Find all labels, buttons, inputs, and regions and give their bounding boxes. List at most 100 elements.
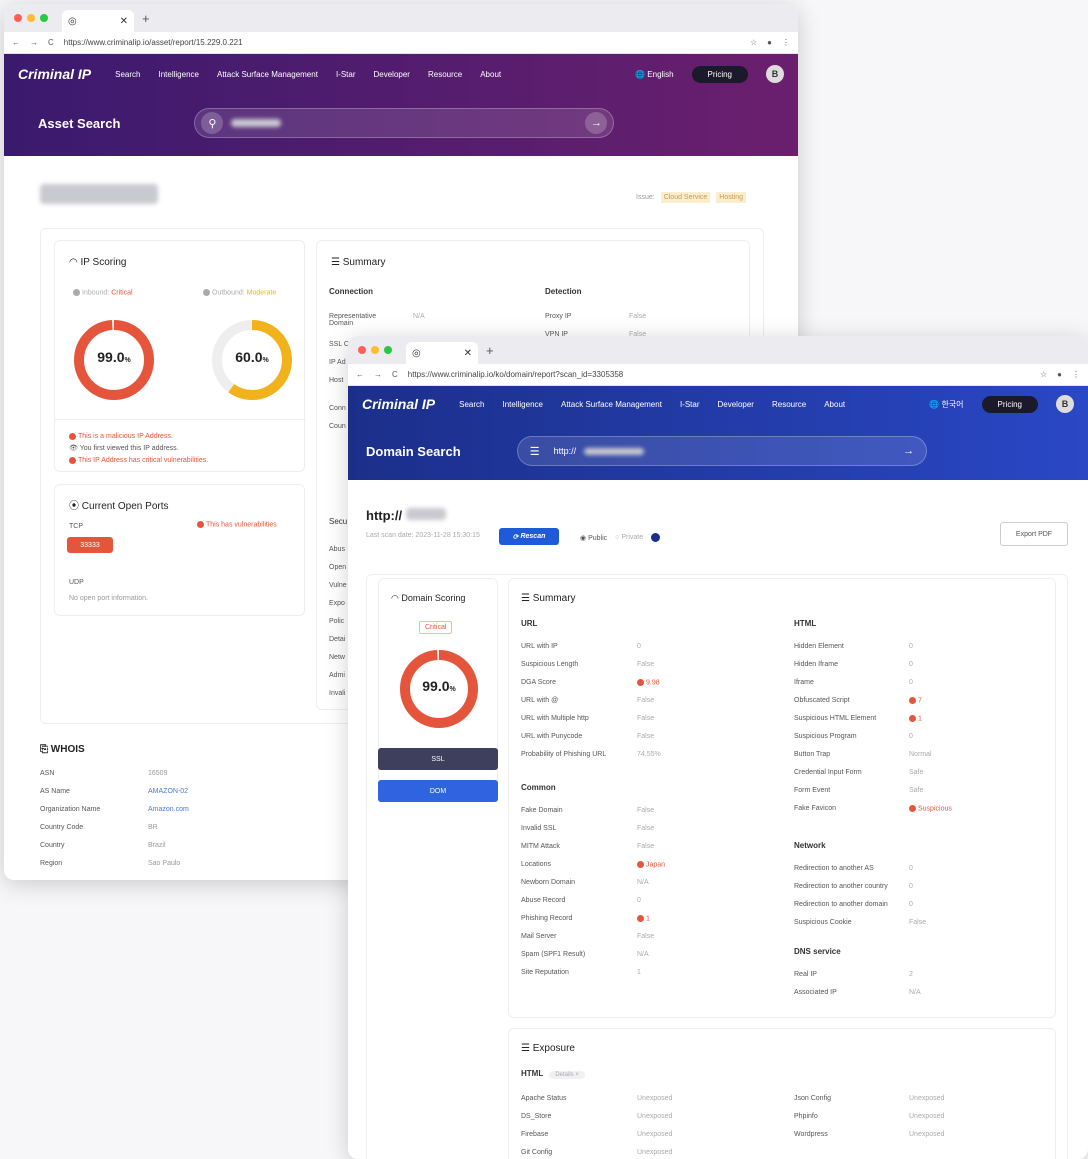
whois-title: WHOIS bbox=[50, 744, 85, 755]
nav-intelligence[interactable]: Intelligence bbox=[159, 70, 199, 79]
reload-icon[interactable]: C bbox=[392, 370, 398, 379]
summary-row-label: Hidden Iframe bbox=[794, 661, 838, 668]
value-text: Suspicious bbox=[918, 805, 952, 813]
summary-row-label: Suspicious Cookie bbox=[794, 919, 852, 926]
logo[interactable]: Criminal IP bbox=[18, 66, 91, 82]
nav-about[interactable]: About bbox=[824, 400, 845, 409]
nav-i-star[interactable]: I-Star bbox=[680, 400, 700, 409]
bookmark-icon[interactable]: ☆ bbox=[1040, 370, 1047, 379]
public-radio[interactable]: ◉ Public bbox=[580, 534, 607, 542]
close-tab-icon[interactable]: ✕ bbox=[464, 348, 472, 359]
new-tab-icon[interactable]: + bbox=[486, 343, 494, 358]
nav-attack-surface-management[interactable]: Attack Surface Management bbox=[561, 400, 662, 409]
language-label: 한국어 bbox=[941, 399, 964, 409]
browser-tab[interactable]: ◎ ✕ bbox=[62, 10, 134, 32]
back-icon[interactable]: ← bbox=[12, 38, 20, 47]
value-text: 74.55% bbox=[637, 751, 661, 758]
hostname-label: Host bbox=[329, 377, 344, 384]
ssl-button[interactable]: SSL bbox=[378, 748, 498, 770]
summary-row-label: Fake Domain bbox=[521, 807, 563, 814]
value-text: 1 bbox=[637, 969, 641, 976]
summary-row-label: Spam (SPF1 Result) bbox=[521, 951, 586, 958]
open-ports-card: ⦿ Current Open Ports TCP This has vulner… bbox=[54, 484, 305, 616]
new-tab-icon[interactable]: + bbox=[142, 11, 150, 26]
url-field[interactable]: https://www.criminalip.io/ko/domain/repo… bbox=[408, 370, 1030, 379]
exposure-value: Unexposed bbox=[637, 1149, 673, 1156]
nav-search[interactable]: Search bbox=[115, 70, 140, 79]
avatar[interactable]: B bbox=[1056, 395, 1074, 413]
inbound-score: 99.0 bbox=[97, 349, 125, 365]
help-icon[interactable] bbox=[651, 533, 661, 542]
rescan-button[interactable]: ⟳ Rescan bbox=[499, 528, 559, 545]
port-tag[interactable]: 33333 bbox=[67, 537, 113, 553]
summary-row-value: 0 bbox=[909, 661, 913, 668]
details-toggle[interactable]: Details × bbox=[549, 1071, 585, 1079]
nav-intelligence[interactable]: Intelligence bbox=[503, 400, 543, 409]
search-input[interactable]: ☰ http:// → bbox=[516, 436, 927, 466]
value-text: False bbox=[637, 933, 655, 940]
pricing-button[interactable]: Pricing bbox=[981, 395, 1038, 413]
exposure-value: Unexposed bbox=[637, 1095, 673, 1102]
browser-tab[interactable]: ◎ ✕ bbox=[406, 342, 478, 364]
value-text: 1 bbox=[646, 915, 650, 923]
exposure-label: Wordpress bbox=[794, 1131, 828, 1138]
rep-domain-label: Representative Domain bbox=[329, 313, 377, 327]
security-row-label: Abus bbox=[329, 546, 345, 553]
nav-about[interactable]: About bbox=[480, 70, 501, 79]
profile-icon[interactable]: ● bbox=[1057, 370, 1062, 379]
search-icon: ⚲ bbox=[201, 112, 224, 134]
export-pdf-button[interactable]: Export PDF bbox=[1000, 522, 1068, 546]
bookmark-icon[interactable]: ☆ bbox=[750, 38, 757, 47]
language-selector[interactable]: 🌐 English bbox=[635, 70, 673, 79]
page-title: Asset Search bbox=[38, 115, 121, 131]
window-controls[interactable] bbox=[14, 14, 48, 22]
nav-search[interactable]: Search bbox=[459, 400, 484, 409]
summary-row-value: 0 bbox=[909, 865, 913, 872]
nav-developer[interactable]: Developer bbox=[374, 70, 410, 79]
forward-icon[interactable]: → bbox=[374, 370, 382, 379]
nav-developer[interactable]: Developer bbox=[718, 400, 754, 409]
summary-row-label: Mail Server bbox=[521, 933, 557, 940]
menu-icon[interactable]: ⋮ bbox=[782, 38, 790, 47]
forward-icon[interactable]: → bbox=[30, 38, 38, 47]
search-input[interactable]: ⚲ → bbox=[194, 108, 615, 138]
security-row-label: Detai bbox=[329, 636, 346, 643]
profile-icon[interactable]: ● bbox=[767, 38, 772, 47]
whois-label: ASN bbox=[40, 770, 55, 777]
back-icon[interactable]: ← bbox=[356, 370, 364, 379]
url-field[interactable]: https://www.criminalip.io/asset/report/1… bbox=[64, 38, 740, 47]
summary-row-value: 0 bbox=[909, 733, 913, 740]
whois-label: Country bbox=[40, 842, 65, 849]
critical-badge: Critical bbox=[419, 621, 453, 634]
pricing-button[interactable]: Pricing bbox=[691, 65, 748, 83]
whois-value: 16509 bbox=[148, 770, 168, 777]
detection-heading: Detection bbox=[545, 287, 582, 296]
private-radio[interactable]: ○ Private bbox=[615, 534, 643, 541]
menu-icon[interactable]: ⋮ bbox=[1072, 370, 1080, 379]
close-tab-icon[interactable]: ✕ bbox=[120, 16, 128, 27]
nav-i-star[interactable]: I-Star bbox=[336, 70, 356, 79]
nav-resource[interactable]: Resource bbox=[428, 70, 462, 79]
security-row-label: Expo bbox=[329, 600, 345, 607]
summary-row-value: 0 bbox=[909, 679, 913, 686]
summary-row-value: 74.55% bbox=[637, 751, 661, 758]
submit-arrow-icon[interactable]: → bbox=[898, 440, 920, 462]
reload-icon[interactable]: C bbox=[48, 38, 54, 47]
logo[interactable]: Criminal IP bbox=[362, 396, 435, 412]
exposure-value: Unexposed bbox=[909, 1095, 945, 1102]
dom-button[interactable]: DOM bbox=[378, 780, 498, 802]
summary-row-label: URL with @ bbox=[521, 697, 559, 704]
address-bar: ← → C https://www.criminalip.io/asset/repo… bbox=[4, 32, 798, 54]
nav-attack-surface-management[interactable]: Attack Surface Management bbox=[217, 70, 318, 79]
submit-arrow-icon[interactable]: → bbox=[585, 112, 608, 134]
nav-resource[interactable]: Resource bbox=[772, 400, 806, 409]
ip-scoring-title: IP Scoring bbox=[80, 257, 127, 268]
security-row-label: Open bbox=[329, 564, 347, 571]
window-controls[interactable] bbox=[358, 346, 392, 354]
language-selector[interactable]: 🌐 한국어 bbox=[929, 399, 963, 410]
avatar[interactable]: B bbox=[766, 65, 784, 83]
exposure-value: Unexposed bbox=[637, 1113, 673, 1120]
value-text: False bbox=[637, 825, 655, 832]
summary-row-label: Locations bbox=[521, 861, 551, 868]
warning-icon bbox=[637, 861, 644, 868]
